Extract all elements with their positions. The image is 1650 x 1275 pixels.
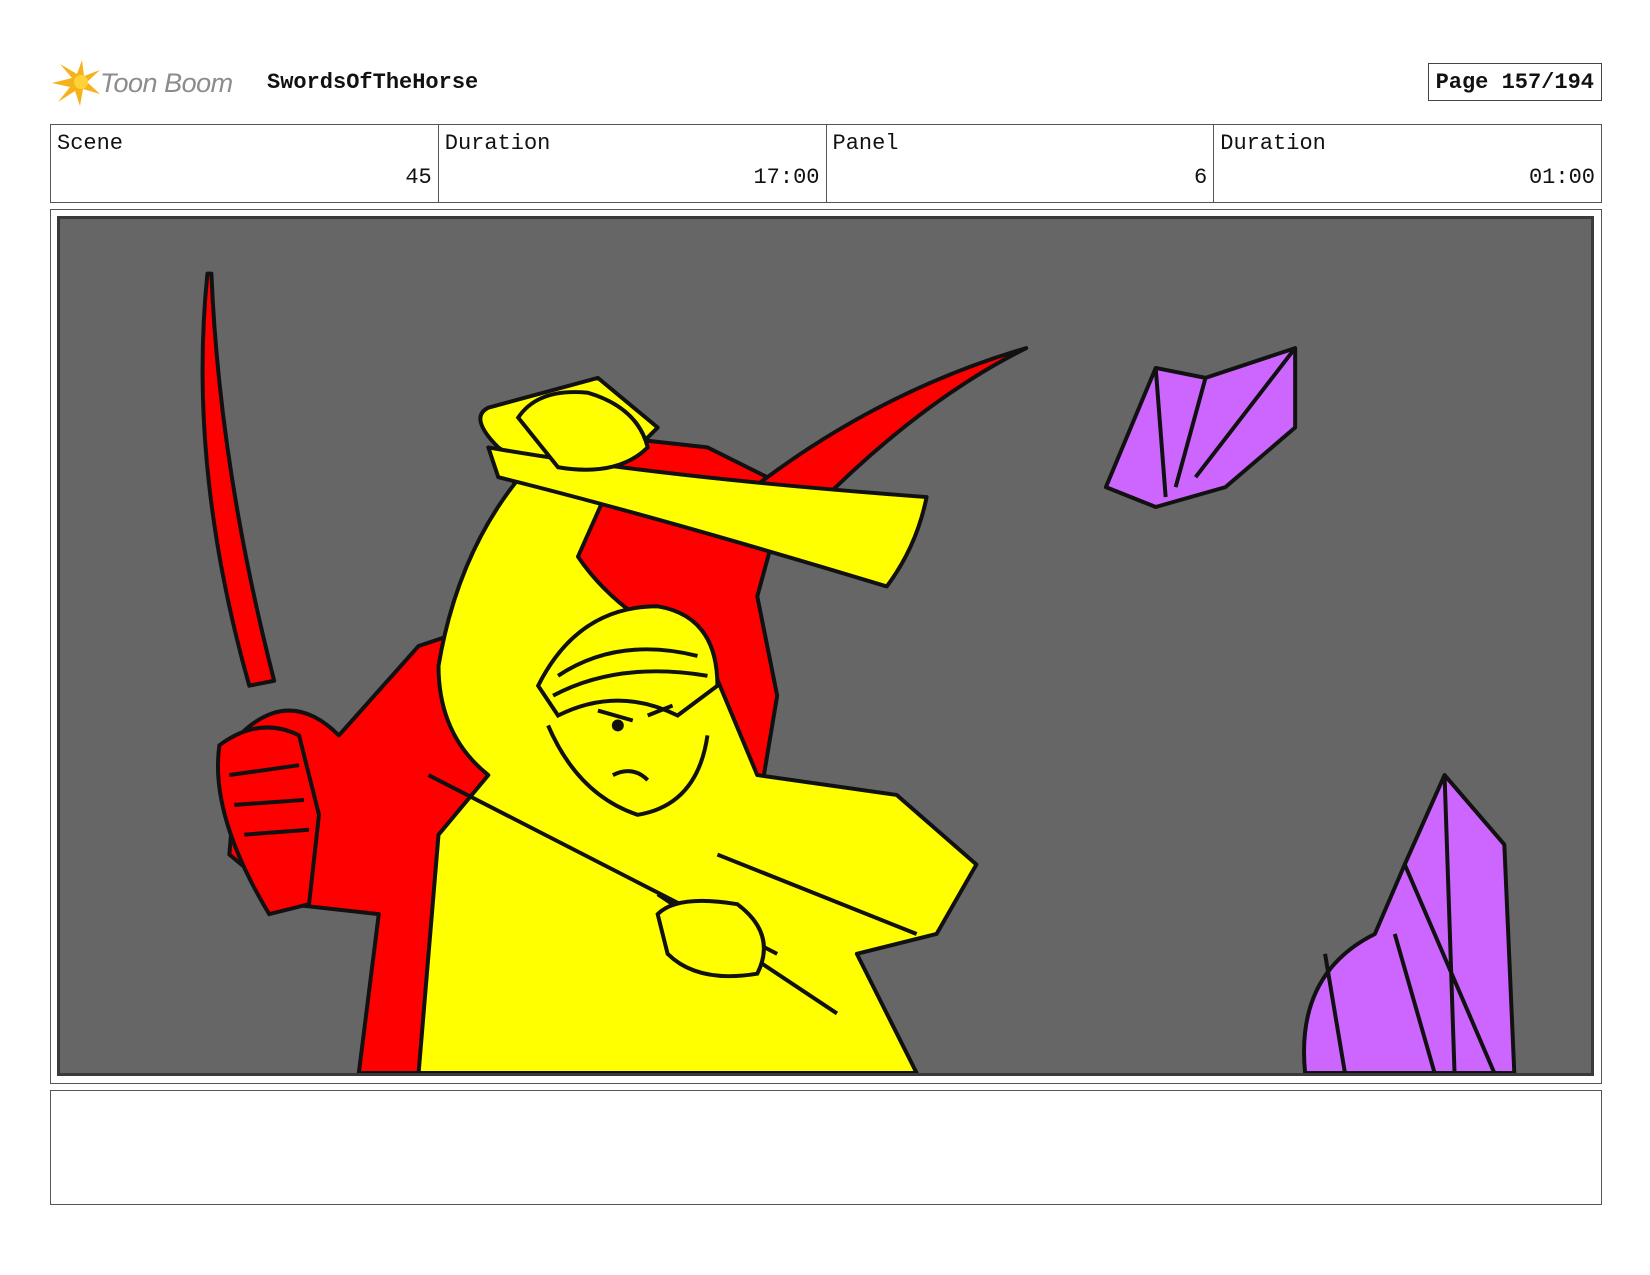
panel-duration-label: Duration (1220, 131, 1326, 156)
page-number: Page 157/194 (1427, 63, 1602, 101)
scene-cell: Scene 45 (51, 125, 439, 202)
logo-text: Toon Boom (100, 67, 233, 98)
scene-info-row: Scene 45 Duration 17:00 Panel 6 Duration… (50, 124, 1602, 203)
project-title: SwordsOfTheHorse (267, 70, 479, 95)
starburst-logo-icon (52, 60, 100, 106)
crystal-upper (1103, 346, 1298, 509)
scene-duration-cell: Duration 17:00 (439, 125, 827, 202)
scene-duration-value: 17:00 (753, 165, 820, 190)
enemy-sword-blade (200, 271, 277, 688)
panel-artwork (57, 216, 1594, 1076)
notes-box (50, 1090, 1602, 1205)
panel-duration-cell: Duration 01:00 (1214, 125, 1601, 202)
scene-duration-label: Duration (444, 131, 551, 156)
scene-label: Scene (57, 131, 124, 156)
toon-boom-logo: Toon Boom (50, 58, 250, 108)
panel-duration-value: 01:00 (1528, 165, 1595, 190)
page-header: Toon Boom SwordsOfTheHorse Page 157/194 (50, 58, 1602, 108)
panel-cell: Panel 6 (827, 125, 1215, 202)
scene-value: 45 (405, 165, 432, 190)
enemy-fist (215, 725, 322, 917)
sketch-illustration (200, 271, 1517, 1073)
panel-value: 6 (1194, 165, 1208, 190)
panel-label: Panel (832, 131, 899, 156)
storyboard-panel (50, 209, 1602, 1084)
